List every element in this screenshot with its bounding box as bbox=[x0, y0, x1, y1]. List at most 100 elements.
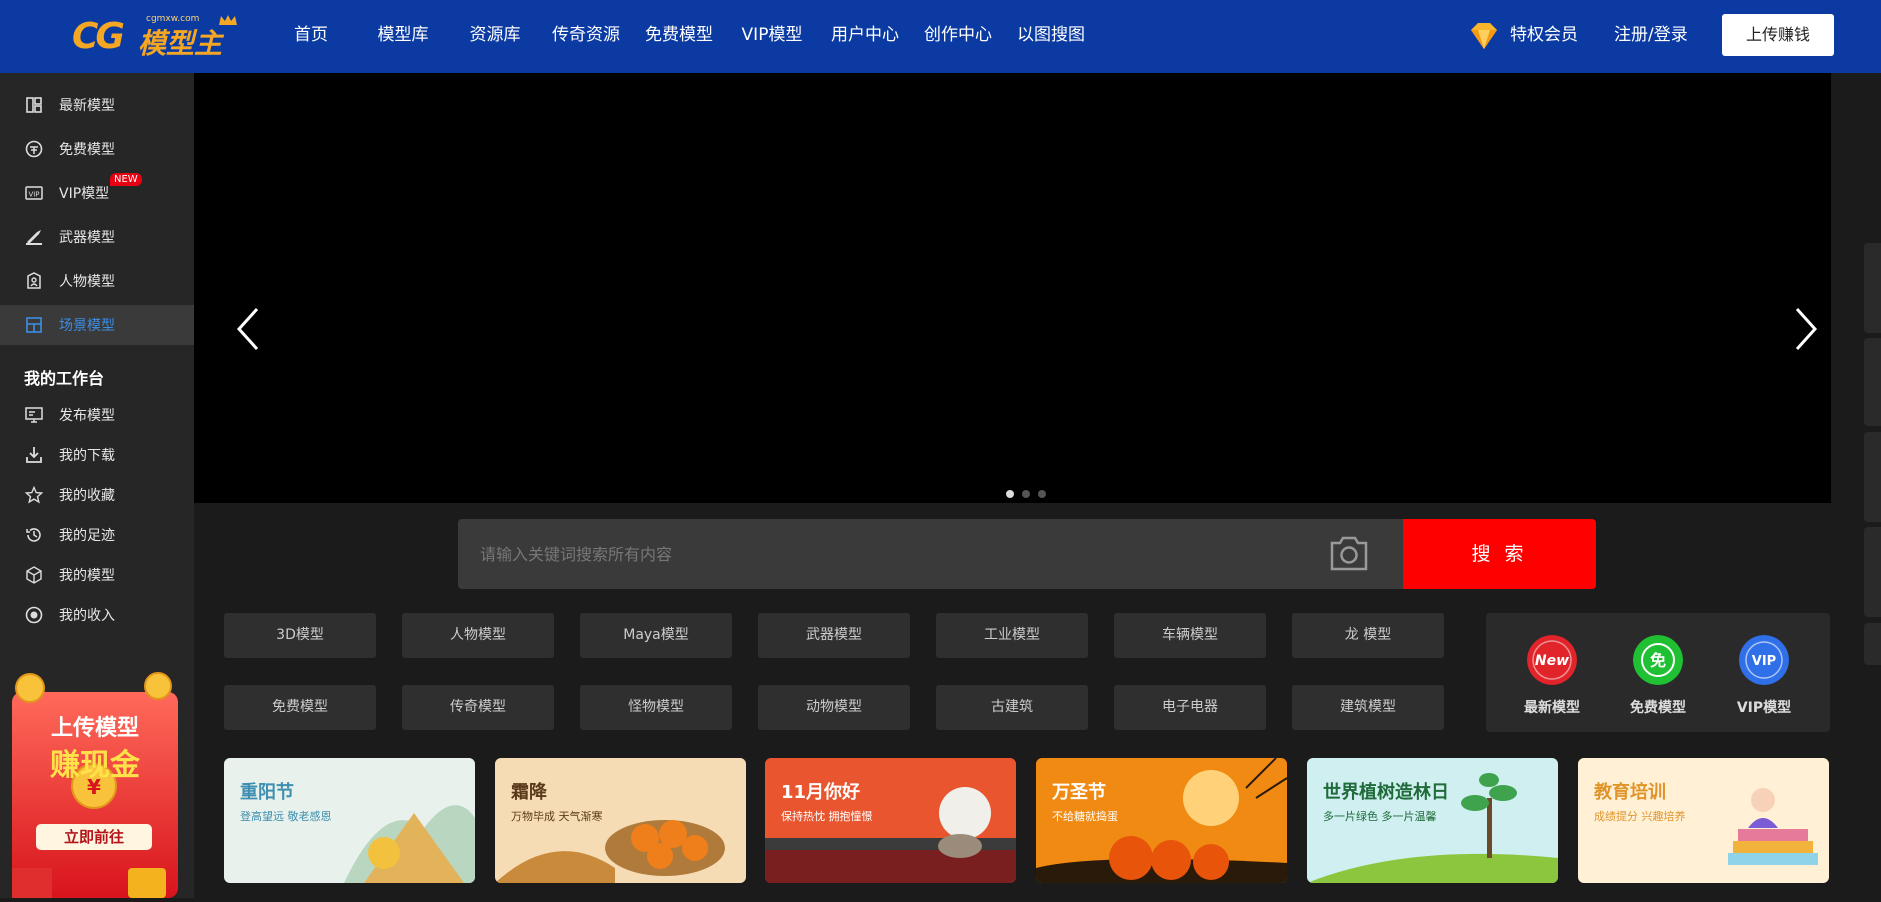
register-login-link[interactable]: 注册/登录 bbox=[1614, 0, 1688, 71]
sidebar-item-scene[interactable]: 场景模型 bbox=[0, 305, 194, 345]
new-badge: NEW bbox=[110, 173, 142, 186]
workspace-title: 我的工作台 bbox=[24, 369, 105, 388]
tag-legend-models[interactable]: 传奇模型 bbox=[402, 685, 554, 730]
nav-home[interactable]: 首页 bbox=[280, 0, 342, 73]
weapon-icon bbox=[26, 230, 42, 245]
left-sidebar: 最新模型 免费模型 VIP VIP模型 武器模型 人物模型 场景模型 NEW 我… bbox=[0, 73, 194, 898]
sidebar-item-label: 我的模型 bbox=[59, 568, 115, 584]
tag-animal-models[interactable]: 动物模型 bbox=[758, 685, 910, 730]
diamond-icon bbox=[1471, 23, 1497, 49]
carousel-prev-arrow-icon[interactable] bbox=[233, 305, 263, 353]
top-header: CG 模型主 cgmxw.com 首页 模型库 资源库 传奇资源 免费模型 VI… bbox=[0, 0, 1881, 73]
tag-free-models[interactable]: 免费模型 bbox=[224, 685, 376, 730]
card-title: 霜降 bbox=[511, 782, 547, 803]
sidebar-item-label: 发布模型 bbox=[59, 408, 115, 424]
tag-electronics[interactable]: 电子电器 bbox=[1114, 685, 1266, 730]
tag-monster-models[interactable]: 怪物模型 bbox=[580, 685, 732, 730]
promo-line2: 赚现金 bbox=[50, 748, 140, 783]
nav-image-search[interactable]: 以图搜图 bbox=[1016, 0, 1086, 73]
quick-label: 免费模型 bbox=[1630, 700, 1686, 716]
tag-3d-models[interactable]: 3D模型 bbox=[224, 613, 376, 658]
card-subtitle: 登高望远 敬老感恩 bbox=[240, 810, 332, 823]
history-icon bbox=[26, 528, 41, 542]
nav-resource-library[interactable]: 资源库 bbox=[464, 0, 526, 73]
festival-card-shuangjiang[interactable]: 霜降 万物毕成 天气渐寒 bbox=[495, 758, 746, 883]
search-input[interactable] bbox=[480, 519, 1280, 589]
carousel-next-arrow-icon[interactable] bbox=[1791, 305, 1821, 353]
site-logo[interactable]: CG 模型主 cgmxw.com bbox=[72, 14, 237, 60]
tag-vehicle-models[interactable]: 车辆模型 bbox=[1114, 613, 1266, 658]
sidebar-item-label: 免费模型 bbox=[59, 142, 115, 158]
sidebar-item-favorites[interactable]: 我的收藏 bbox=[0, 475, 194, 515]
star-icon bbox=[25, 486, 43, 504]
festival-card-tree-planting[interactable]: 世界植树造林日 多一片绿色 多一片温馨 bbox=[1307, 758, 1558, 883]
free-icon bbox=[25, 140, 43, 158]
hero-carousel[interactable] bbox=[194, 73, 1831, 503]
crown-icon bbox=[219, 15, 237, 25]
right-rail-button[interactable] bbox=[1864, 338, 1881, 426]
sidebar-item-vip[interactable]: VIP VIP模型 bbox=[0, 173, 194, 213]
nav-vip-models[interactable]: VIP模型 bbox=[737, 0, 807, 73]
nav-model-library[interactable]: 模型库 bbox=[372, 0, 434, 73]
tag-industrial-models[interactable]: 工业模型 bbox=[936, 613, 1088, 658]
logo-domain-text: cgmxw.com bbox=[146, 14, 200, 24]
promo-line1: 上传模型 bbox=[50, 716, 139, 741]
festival-card-education[interactable]: 教育培训 成绩提分 兴趣培养 bbox=[1578, 758, 1829, 883]
nav-legend-resources[interactable]: 传奇资源 bbox=[551, 0, 621, 73]
sidebar-item-income[interactable]: 我的收入 bbox=[0, 595, 194, 635]
upload-earn-button[interactable]: 上传赚钱 bbox=[1722, 14, 1834, 56]
sidebar-item-history[interactable]: 我的足迹 bbox=[0, 515, 194, 555]
quick-links-panel: New 最新模型 免 免费模型 VIP VIP模型 bbox=[1486, 613, 1830, 732]
festival-card-halloween[interactable]: 万圣节 不给糖就捣蛋 bbox=[1036, 758, 1287, 883]
carousel-dot[interactable] bbox=[1038, 490, 1046, 498]
vip-member-link[interactable]: 特权会员 bbox=[1510, 0, 1578, 71]
tag-weapon-models[interactable]: 武器模型 bbox=[758, 613, 910, 658]
nav-free-models[interactable]: 免费模型 bbox=[644, 0, 714, 73]
free-badge-icon: 免 bbox=[1633, 635, 1683, 685]
tag-ancient-architecture[interactable]: 古建筑 bbox=[936, 685, 1088, 730]
character-icon bbox=[27, 272, 41, 289]
logo-cn-text: 模型主 bbox=[138, 27, 223, 60]
promo-go-button[interactable]: 立即前往 bbox=[36, 826, 152, 847]
sidebar-item-weapon[interactable]: 武器模型 bbox=[0, 217, 194, 257]
sidebar-item-my-models[interactable]: 我的模型 bbox=[0, 555, 194, 595]
tag-building-models[interactable]: 建筑模型 bbox=[1292, 685, 1444, 730]
card-title: 11月你好 bbox=[781, 782, 861, 803]
quick-label: 最新模型 bbox=[1524, 700, 1580, 716]
sidebar-item-label: 我的收入 bbox=[59, 608, 115, 624]
card-subtitle: 多一片绿色 多一片温馨 bbox=[1323, 810, 1437, 823]
camera-icon[interactable] bbox=[1328, 533, 1370, 573]
sidebar-item-publish[interactable]: 发布模型 bbox=[0, 395, 194, 435]
quick-label: VIP模型 bbox=[1736, 700, 1792, 716]
right-rail-button[interactable] bbox=[1864, 527, 1881, 617]
carousel-dot[interactable] bbox=[1006, 490, 1014, 498]
sidebar-item-latest[interactable]: 最新模型 bbox=[0, 85, 194, 125]
sidebar-item-downloads[interactable]: 我的下载 bbox=[0, 435, 194, 475]
svg-text:New: New bbox=[1535, 653, 1569, 669]
card-title: 世界植树造林日 bbox=[1323, 782, 1449, 803]
festival-card-november[interactable]: 11月你好 保持热忱 拥抱憧憬 bbox=[765, 758, 1016, 883]
festival-card-chongyang[interactable]: 重阳节 登高望远 敬老感恩 bbox=[224, 758, 475, 883]
quick-latest-models[interactable]: New 最新模型 bbox=[1512, 635, 1592, 717]
quick-free-models[interactable]: 免 免费模型 bbox=[1618, 635, 1698, 717]
right-rail-button[interactable] bbox=[1864, 243, 1881, 333]
quick-vip-models[interactable]: VIP VIP模型 bbox=[1724, 635, 1804, 717]
vip-icon: VIP bbox=[25, 186, 43, 200]
sidebar-item-label: VIP模型 bbox=[59, 186, 110, 202]
cube-icon bbox=[26, 566, 42, 584]
scene-icon bbox=[26, 317, 42, 333]
nav-creator-center[interactable]: 创作中心 bbox=[923, 0, 993, 73]
search-button[interactable]: 搜 索 bbox=[1403, 519, 1596, 589]
nav-user-center[interactable]: 用户中心 bbox=[830, 0, 900, 73]
tag-maya-models[interactable]: Maya模型 bbox=[580, 613, 732, 658]
card-subtitle: 保持热忱 拥抱憧憬 bbox=[781, 810, 873, 823]
card-title: 万圣节 bbox=[1052, 782, 1106, 803]
sidebar-item-free[interactable]: 免费模型 bbox=[0, 129, 194, 169]
tag-character-models[interactable]: 人物模型 bbox=[402, 613, 554, 658]
upload-promo-banner[interactable]: ¥ 上传模型 赚现金 立即前往 bbox=[8, 672, 182, 898]
sidebar-item-character[interactable]: 人物模型 bbox=[0, 261, 194, 301]
carousel-dot[interactable] bbox=[1022, 490, 1030, 498]
tag-dragon-models[interactable]: 龙 模型 bbox=[1292, 613, 1444, 658]
right-rail-button[interactable] bbox=[1864, 432, 1881, 522]
right-rail-button[interactable] bbox=[1864, 623, 1881, 665]
